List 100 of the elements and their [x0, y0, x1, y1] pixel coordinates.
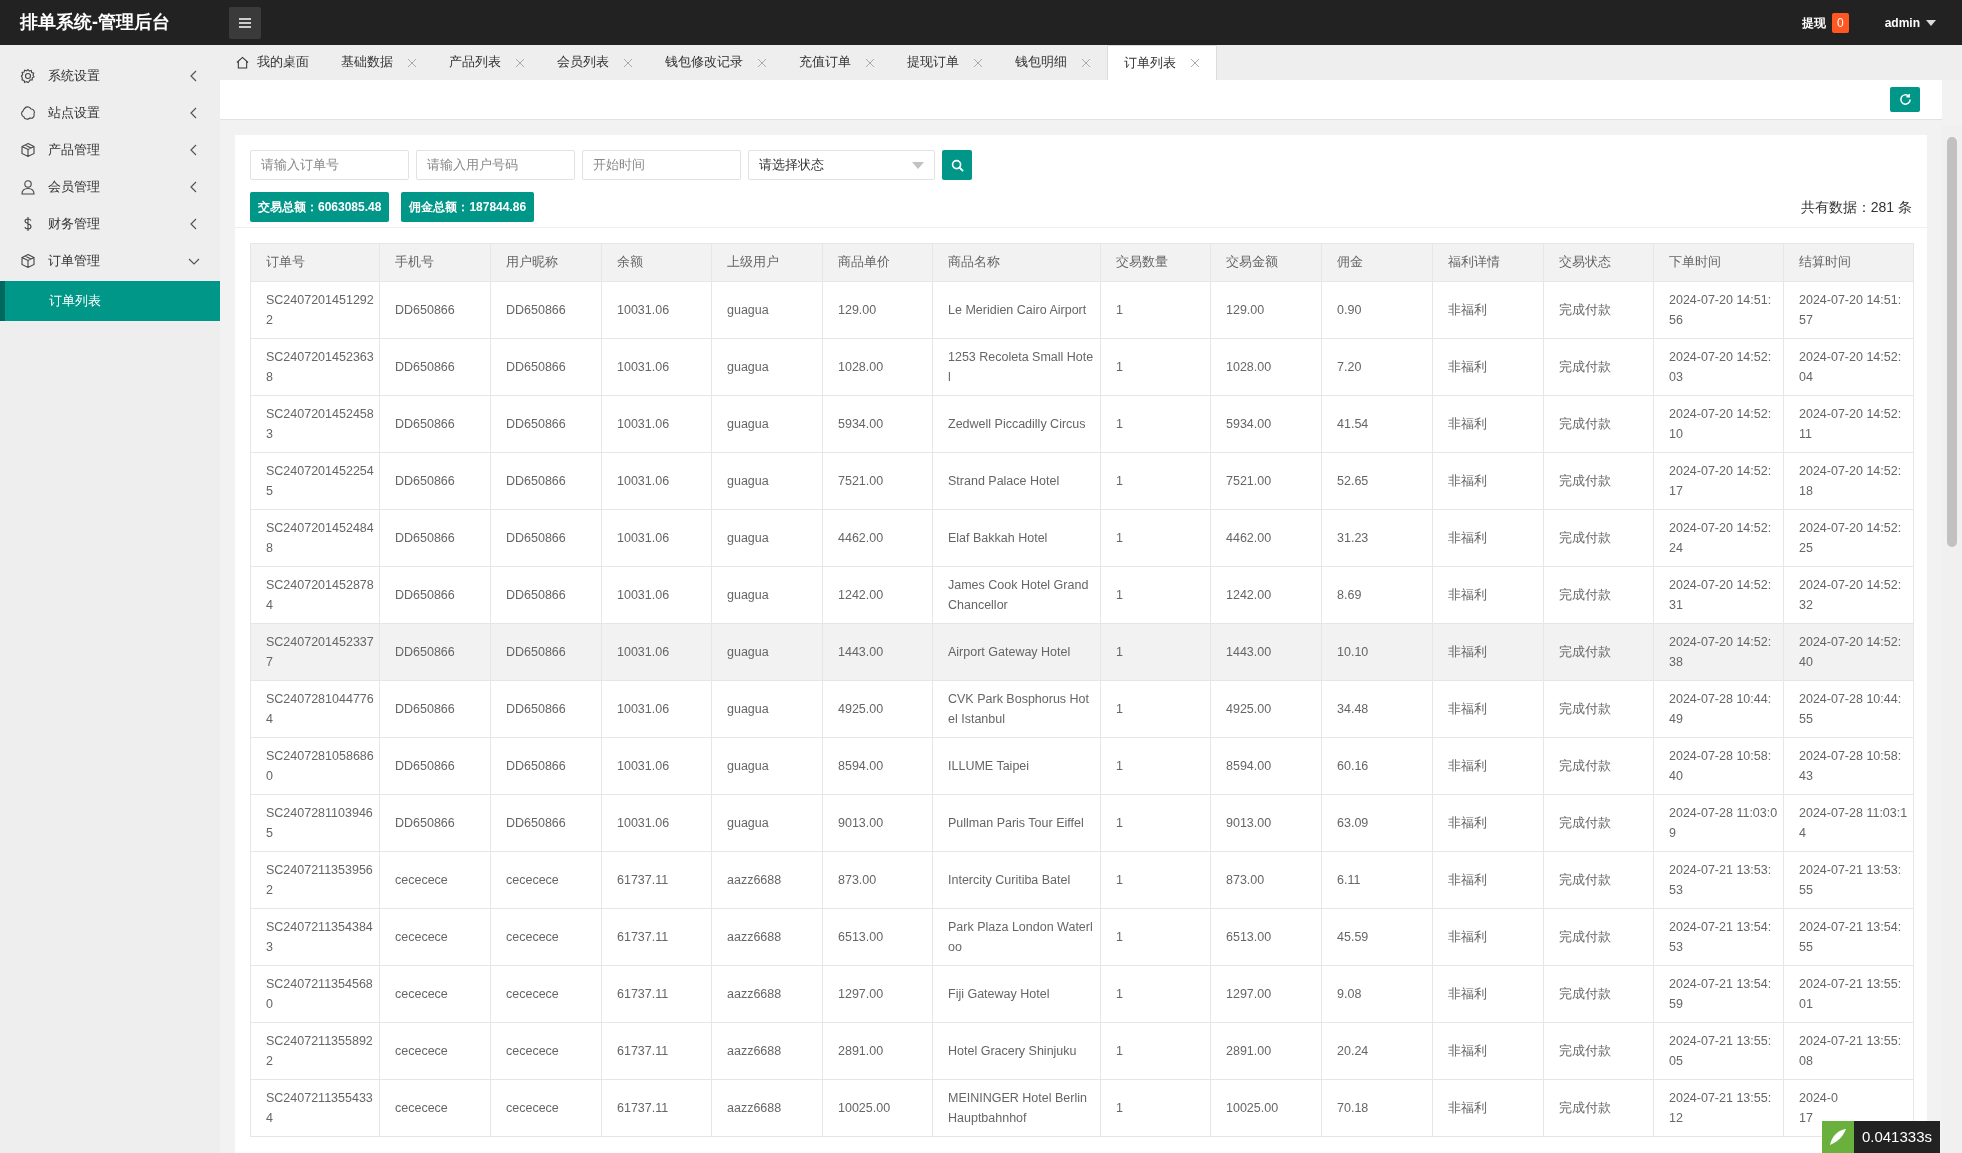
tab[interactable]: 钱包明细: [999, 45, 1107, 80]
sidebar-item[interactable]: 站点设置: [0, 94, 220, 131]
table-cell: 2024-07-21 13:54:55: [1783, 908, 1914, 966]
close-icon[interactable]: [1190, 58, 1200, 68]
table-cell: 7521.00: [1210, 452, 1322, 510]
table-cell: 2024-07-20 14:52:32: [1783, 566, 1914, 624]
withdraw-link[interactable]: 提现: [1801, 13, 1826, 32]
table-cell: 2024-07-28 10:44:55: [1783, 680, 1914, 738]
table-cell: 完成付款: [1543, 737, 1654, 795]
tab[interactable]: 订单列表: [1107, 45, 1217, 80]
tab[interactable]: 钱包修改记录: [649, 45, 783, 80]
table-cell: 完成付款: [1543, 908, 1654, 966]
refresh-button[interactable]: [1890, 87, 1920, 112]
table-cell: 10031.06: [601, 623, 712, 681]
table-cell: 45.59: [1321, 908, 1433, 966]
table-cell: 2024-07-21 13:53:53: [1653, 851, 1784, 909]
caret-icon: [1926, 19, 1936, 26]
tab[interactable]: 会员列表: [541, 45, 649, 80]
table-cell: 2024-07-21 13:55:01: [1783, 965, 1914, 1023]
table-cell: 非福利: [1432, 623, 1544, 681]
close-icon[interactable]: [623, 57, 633, 68]
table-cell: SC24072113539562: [250, 851, 380, 909]
table-cell: SC24072113545680: [250, 965, 380, 1023]
table-cell: aazz6688: [711, 908, 823, 966]
table-cell: guagua: [711, 794, 823, 852]
sidebar-item[interactable]: 会员管理: [0, 168, 220, 205]
table-cell: 10031.06: [601, 281, 712, 339]
tab[interactable]: 基础数据: [325, 45, 433, 80]
table-cell: SC24072113543843: [250, 908, 380, 966]
table-cell: SC24072810447764: [250, 680, 380, 738]
table-cell: 60.16: [1321, 737, 1433, 795]
table-cell: cececece: [379, 1079, 491, 1137]
gear-icon: [20, 67, 36, 84]
table-cell: 0.90: [1321, 281, 1433, 339]
table-cell: 1242.00: [1210, 566, 1322, 624]
search-button[interactable]: [942, 150, 972, 180]
table-cell: 完成付款: [1543, 965, 1654, 1023]
table-cell: CVK Park Bosphorus Hotel Istanbul: [932, 680, 1101, 738]
table-cell: SC24072810586860: [250, 737, 380, 795]
column-header: 结算时间: [1783, 243, 1914, 282]
table-cell: 7521.00: [822, 452, 933, 510]
table-cell: 1253 Recoleta Small Hotel: [932, 338, 1101, 396]
tab[interactable]: 充值订单: [783, 45, 891, 80]
tab[interactable]: 提现订单: [891, 45, 999, 80]
user-menu[interactable]: admin: [1878, 12, 1942, 33]
table-cell: SC24072014524583: [250, 395, 380, 453]
table-cell: ILLUME Taipei: [932, 737, 1101, 795]
table-cell: 5934.00: [822, 395, 933, 453]
table-cell: SC24072014524848: [250, 509, 380, 567]
debug-timer: 0.041333s: [1821, 1121, 1940, 1153]
user-number-field[interactable]: 请输入用户号码: [416, 150, 575, 180]
home-icon: [236, 56, 249, 69]
sidebar-item[interactable]: 订单管理: [0, 242, 220, 279]
close-icon[interactable]: [973, 57, 983, 68]
status-select[interactable]: 请选择状态: [748, 150, 935, 180]
table-cell: guagua: [711, 452, 823, 510]
table-cell: 4925.00: [822, 680, 933, 738]
tab[interactable]: 我的桌面: [220, 45, 325, 80]
table-cell: 129.00: [1210, 281, 1322, 339]
table-cell: 完成付款: [1543, 1079, 1654, 1137]
sidebar-item[interactable]: 财务管理: [0, 205, 220, 242]
menu-button[interactable]: [229, 6, 261, 39]
sidebar-item[interactable]: 系统设置: [0, 57, 220, 94]
table-cell: 1: [1100, 737, 1211, 795]
table-cell: 10031.06: [601, 452, 712, 510]
table-cell: 1: [1100, 1022, 1211, 1080]
close-icon[interactable]: [515, 57, 525, 68]
table-cell: 1: [1100, 281, 1211, 339]
table-cell: 非福利: [1432, 395, 1544, 453]
table-cell: 1028.00: [1210, 338, 1322, 396]
sidebar-item[interactable]: 产品管理: [0, 131, 220, 168]
table-cell: DD650866: [379, 509, 491, 567]
table-cell: DD650866: [490, 794, 602, 852]
table-cell: DD650866: [379, 395, 491, 453]
table-cell: aazz6688: [711, 965, 823, 1023]
close-icon[interactable]: [865, 57, 875, 68]
table-cell: 1: [1100, 851, 1211, 909]
close-icon[interactable]: [1081, 57, 1091, 68]
sidebar-subitem[interactable]: 订单列表: [0, 281, 220, 321]
table-cell: Airport Gateway Hotel: [932, 623, 1101, 681]
count-badge: 0: [1831, 12, 1849, 33]
table-cell: DD650866: [379, 680, 491, 738]
tab[interactable]: 产品列表: [433, 45, 541, 80]
table-cell: 9013.00: [822, 794, 933, 852]
column-header: 佣金: [1321, 243, 1433, 282]
table-cell: 10031.06: [601, 680, 712, 738]
table-cell: 非福利: [1432, 1022, 1544, 1080]
start-time-field[interactable]: 开始时间: [582, 150, 741, 180]
table-cell: 8.69: [1321, 566, 1433, 624]
total-amount-badge: 佣金总额：187844.86: [401, 192, 535, 222]
order-number-field[interactable]: 请输入订单号: [250, 150, 409, 180]
table-cell: 10025.00: [822, 1079, 933, 1137]
close-icon[interactable]: [407, 57, 417, 68]
table-cell: 10031.06: [601, 737, 712, 795]
close-icon[interactable]: [757, 57, 767, 68]
column-header: 交易数量: [1100, 243, 1211, 282]
table-cell: 63.09: [1321, 794, 1433, 852]
table-cell: 2891.00: [822, 1022, 933, 1080]
table-cell: 4925.00: [1210, 680, 1322, 738]
column-header: 用户昵称: [490, 243, 602, 282]
